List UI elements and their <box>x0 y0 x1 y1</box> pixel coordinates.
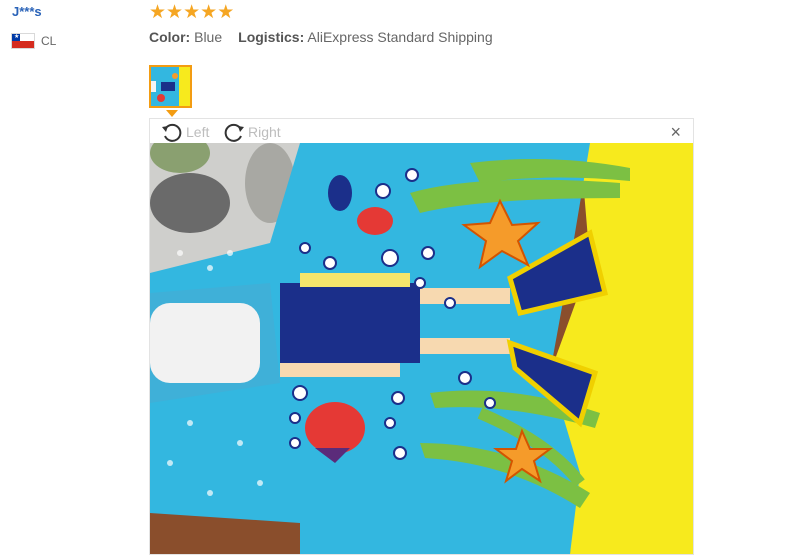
country-code: CL <box>41 34 57 48</box>
star-icon: ★ <box>183 2 201 23</box>
rotate-left-icon <box>162 123 182 142</box>
rating-stars: ★ ★ ★ ★ ★ <box>149 3 234 22</box>
photo-viewer: Left Right × <box>149 118 694 555</box>
rotate-right-button[interactable]: Right <box>222 121 281 143</box>
logistics-label: Logistics: <box>238 29 305 45</box>
chile-flag-icon: ★ <box>12 34 34 48</box>
logistics-value: AliExpress Standard Shipping <box>307 29 493 45</box>
reviewer-country: ★ CL <box>12 34 56 48</box>
logistics-info: Logistics: AliExpress Standard Shipping <box>238 29 492 45</box>
viewer-toolbar: Left Right × <box>150 119 693 143</box>
review-photo <box>150 143 693 554</box>
review-photo-thumbnail[interactable] <box>149 65 192 108</box>
rotate-left-button[interactable]: Left <box>160 121 209 143</box>
close-icon[interactable]: × <box>670 123 681 141</box>
rotate-right-label: Right <box>248 124 281 140</box>
star-icon: ★ <box>217 2 235 23</box>
reviewer-username[interactable]: J***s <box>12 4 42 19</box>
star-icon: ★ <box>200 2 218 23</box>
rotate-right-icon <box>224 123 244 142</box>
color-value: Blue <box>194 29 223 45</box>
order-info: Color: Blue Logistics: AliExpress Standa… <box>149 29 493 45</box>
color-label: Color: <box>149 29 191 45</box>
rotate-left-label: Left <box>186 124 210 140</box>
star-icon: ★ <box>166 2 184 23</box>
color-info: Color: Blue <box>149 29 222 45</box>
thumbnail-selected-indicator <box>166 110 178 117</box>
star-icon: ★ <box>149 2 167 23</box>
